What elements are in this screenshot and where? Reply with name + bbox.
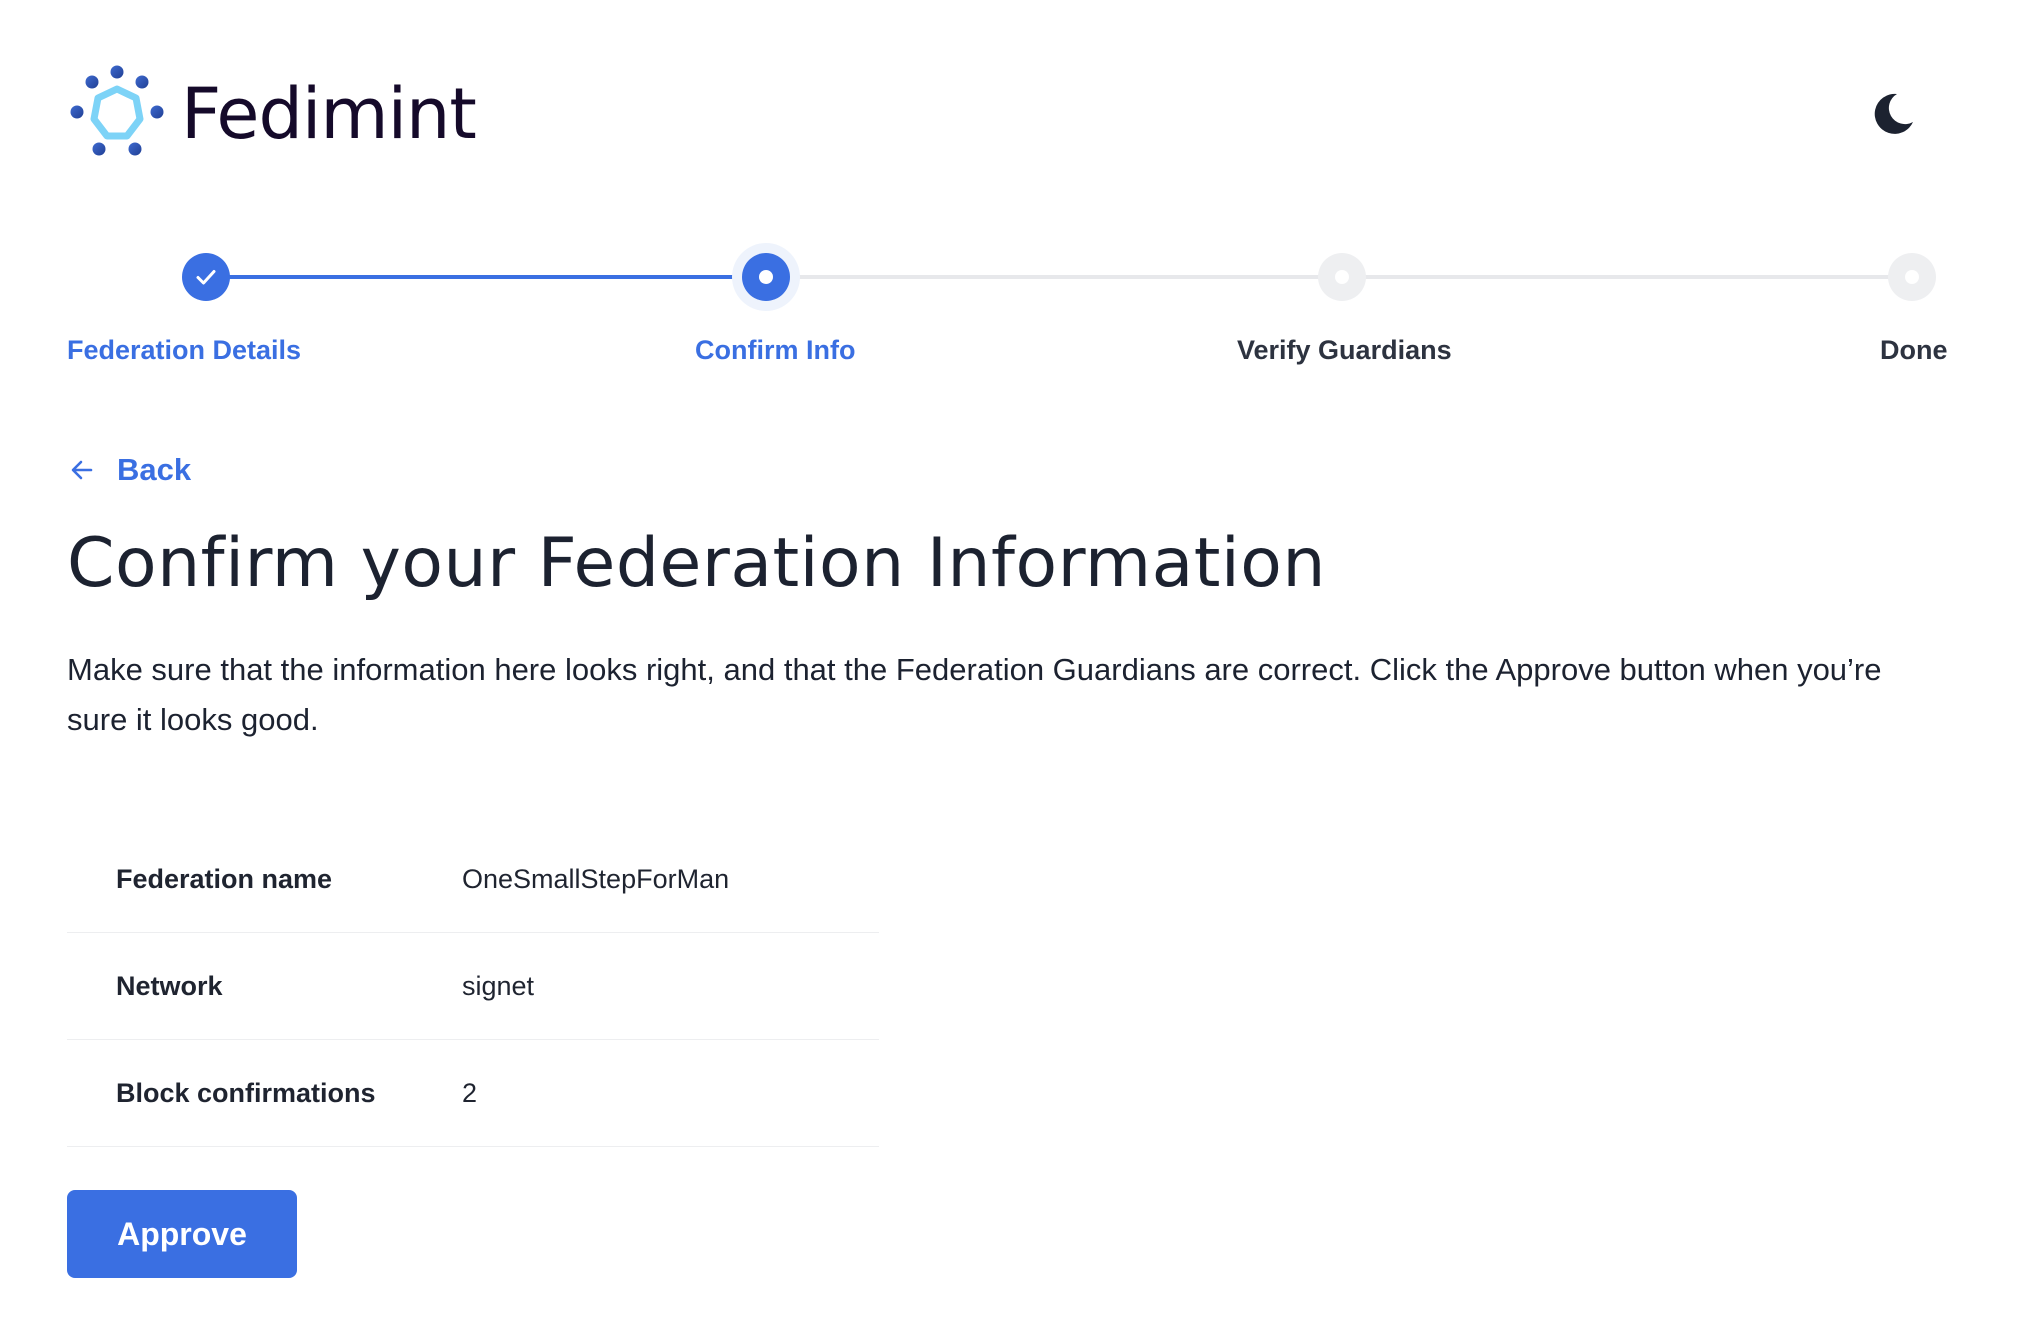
progress-stepper: Federation Details Confirm Info Verify G… — [0, 240, 2028, 380]
table-row: Network signet — [67, 932, 879, 1040]
row-key-federation-name: Federation name — [67, 826, 462, 933]
step-node-pending — [1318, 253, 1366, 301]
page-title: Confirm your Federation Information — [67, 524, 1326, 603]
stepper-track-pending — [1342, 275, 1912, 279]
step-node-active — [732, 243, 800, 311]
fedimint-logo-icon — [70, 65, 164, 156]
row-value-block-confirmations: 2 — [462, 1039, 879, 1147]
approve-button[interactable]: Approve — [67, 1190, 297, 1278]
stepper-track-pending — [762, 275, 1342, 279]
stepper-track-completed — [206, 275, 762, 279]
table-row: Block confirmations 2 — [67, 1039, 879, 1147]
row-key-network: Network — [67, 932, 462, 1040]
row-key-block-confirmations: Block confirmations — [67, 1039, 462, 1147]
moon-icon — [1874, 93, 1913, 134]
step-label-federation-details: Federation Details — [67, 335, 302, 365]
arrow-left-icon — [71, 460, 93, 480]
back-label: Back — [117, 452, 192, 487]
table-row: Federation name OneSmallStepForMan — [67, 826, 879, 933]
step-node-completed — [182, 253, 230, 301]
row-value-network: signet — [462, 932, 879, 1040]
brand-logo[interactable]: Fedimint — [67, 64, 477, 164]
theme-toggle-button[interactable] — [1867, 88, 1919, 140]
brand-name: Fedimint — [181, 73, 477, 155]
back-link[interactable]: Back — [67, 452, 191, 488]
step-label-confirm-info: Confirm Info — [695, 335, 856, 365]
row-value-federation-name: OneSmallStepForMan — [462, 826, 879, 933]
page-description: Make sure that the information here look… — [67, 652, 1882, 737]
step-label-verify-guardians: Verify Guardians — [1237, 335, 1452, 365]
federation-info-table: Federation name OneSmallStepForMan Netwo… — [67, 826, 879, 1147]
step-node-pending — [1888, 253, 1936, 301]
step-label-done: Done — [1880, 335, 1948, 365]
check-icon — [196, 270, 216, 285]
header: Fedimint — [67, 64, 1967, 164]
